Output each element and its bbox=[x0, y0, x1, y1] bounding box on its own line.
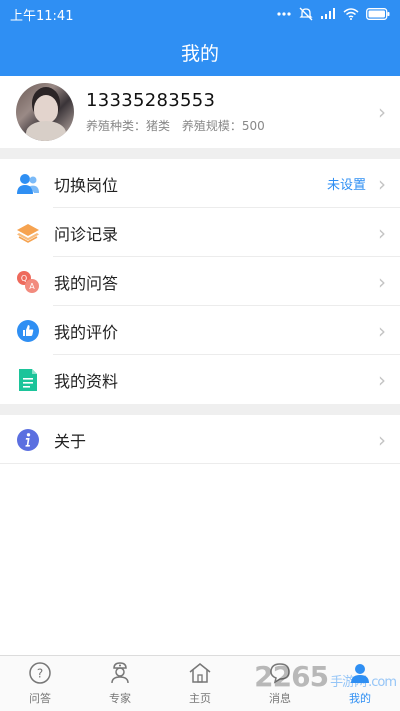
users-icon bbox=[16, 172, 40, 196]
thumbs-up-icon bbox=[16, 319, 40, 343]
question-icon: ? bbox=[28, 661, 52, 688]
menu-label: 我的评价 bbox=[54, 322, 119, 342]
more-dots-icon bbox=[276, 11, 292, 17]
avatar[interactable] bbox=[16, 83, 74, 141]
menu-label: 问诊记录 bbox=[54, 224, 119, 244]
profile-info: 13335283553 养殖种类：猪类 养殖规模：500 bbox=[86, 90, 265, 134]
menu-item-consult-records[interactable]: 问诊记录 › bbox=[0, 208, 400, 257]
menu-label: 切换岗位 bbox=[54, 175, 119, 195]
menu-label: 我的问答 bbox=[54, 273, 119, 293]
section-divider bbox=[0, 404, 400, 415]
chevron-right-icon: › bbox=[378, 100, 386, 124]
tab-experts[interactable]: 专家 bbox=[80, 656, 160, 711]
chevron-right-icon: › bbox=[378, 269, 386, 294]
chevron-right-icon: › bbox=[378, 427, 386, 452]
menu-item-switch-role[interactable]: 切换岗位 未设置 › bbox=[0, 159, 400, 208]
status-icons bbox=[276, 7, 390, 21]
svg-text:Q: Q bbox=[21, 274, 27, 283]
document-icon bbox=[16, 368, 40, 392]
tab-messages[interactable]: 消息 bbox=[240, 656, 320, 711]
tab-label: 专家 bbox=[109, 692, 131, 705]
chevron-right-icon: › bbox=[378, 318, 386, 343]
tab-qa[interactable]: ? 问答 bbox=[0, 656, 80, 711]
info-icon bbox=[16, 428, 40, 452]
svg-text:?: ? bbox=[37, 667, 43, 681]
chat-bubble-icon bbox=[268, 661, 292, 688]
qa-bubble-icon: QA bbox=[16, 270, 40, 294]
menu-item-my-qa[interactable]: QA 我的问答 › bbox=[0, 257, 400, 306]
menu-item-my-profile[interactable]: 我的资料 › bbox=[0, 355, 400, 404]
mute-icon bbox=[299, 7, 313, 21]
divider bbox=[0, 463, 400, 464]
breed-type: 养殖种类：猪类 bbox=[86, 119, 171, 133]
menu-label: 我的资料 bbox=[54, 371, 119, 391]
tab-label: 我的 bbox=[349, 692, 371, 705]
menu-item-about[interactable]: 关于 › bbox=[0, 415, 400, 464]
menu-item-my-reviews[interactable]: 我的评价 › bbox=[0, 306, 400, 355]
role-status: 未设置 bbox=[326, 178, 366, 193]
wifi-icon bbox=[343, 8, 359, 20]
battery-icon bbox=[366, 8, 390, 20]
tab-label: 问答 bbox=[29, 692, 51, 705]
chevron-right-icon: › bbox=[378, 171, 386, 196]
signal-icon bbox=[320, 8, 336, 20]
profile-details: 养殖种类：猪类 养殖规模：500 bbox=[86, 117, 265, 134]
tab-home[interactable]: 主页 bbox=[160, 656, 240, 711]
layers-icon bbox=[16, 221, 40, 245]
page-title: 我的 bbox=[180, 42, 219, 65]
tab-label: 消息 bbox=[269, 692, 291, 705]
chevron-right-icon: › bbox=[378, 220, 386, 245]
menu-label: 关于 bbox=[54, 431, 87, 451]
profile-phone: 13335283553 bbox=[86, 90, 216, 111]
bottom-tab-bar: ? 问答 专家 主页 消息 我的 bbox=[0, 655, 400, 711]
doctor-icon bbox=[108, 661, 132, 688]
section-divider bbox=[0, 148, 400, 159]
home-icon bbox=[188, 661, 212, 688]
app-header: 我的 bbox=[0, 28, 400, 76]
svg-text:A: A bbox=[29, 282, 35, 291]
profile-card[interactable]: 13335283553 养殖种类：猪类 养殖规模：500 › bbox=[0, 76, 400, 148]
chevron-right-icon: › bbox=[378, 367, 386, 392]
status-time: 上午11:41 bbox=[10, 8, 74, 24]
status-bar: 上午11:41 bbox=[0, 0, 400, 28]
user-icon bbox=[348, 661, 372, 688]
tab-label: 主页 bbox=[189, 692, 211, 705]
tab-me[interactable]: 我的 bbox=[320, 656, 400, 711]
breed-scale: 养殖规模：500 bbox=[181, 119, 265, 133]
